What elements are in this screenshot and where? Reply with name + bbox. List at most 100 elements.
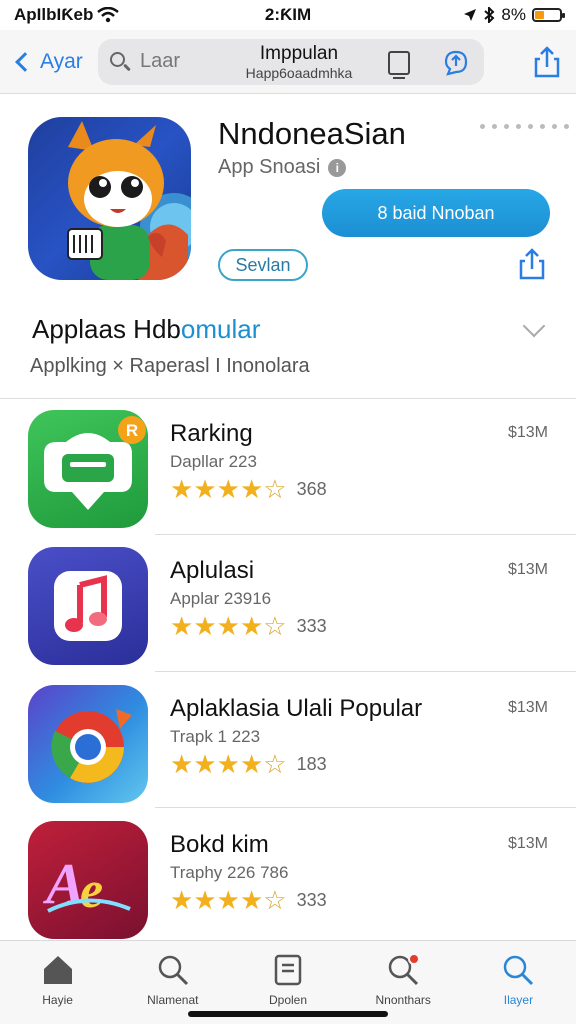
search-placeholder: Laar — [140, 50, 181, 72]
back-label: Ayar — [40, 49, 83, 73]
home-indicator[interactable] — [188, 1011, 388, 1017]
bookmark-icon[interactable] — [388, 50, 410, 79]
wifi-icon — [97, 7, 120, 23]
tab-home[interactable]: Hayie — [0, 941, 115, 1024]
search-field[interactable]: Laar Imppulan Happ6oaadmhka — [98, 38, 484, 85]
star-icon: ★ — [216, 885, 240, 915]
tab-label: Nnonthars — [375, 993, 431, 1007]
secondary-pill-button[interactable]: Sevlan — [218, 249, 308, 281]
divider — [0, 398, 576, 399]
rating-stars: ★ ★ ★ ★ ☆ 368 — [170, 476, 327, 502]
app-price: $13M — [507, 835, 548, 852]
section-title: Applaas Hdbomular — [32, 314, 260, 345]
chevron-down-icon[interactable] — [522, 314, 546, 338]
tab-label: Ilayer — [503, 993, 534, 1007]
search-icon — [108, 50, 132, 74]
hero-share-button[interactable] — [515, 247, 549, 281]
divider — [155, 807, 576, 808]
section-subtitle: Applking × Raperasl I Inonolara — [30, 355, 310, 377]
rating-stars: ★ ★ ★ ★ ☆ 333 — [170, 887, 327, 913]
star-icon: ★ — [216, 474, 240, 504]
hero-app-title: NndoneaSian — [218, 116, 406, 151]
search-active-icon — [504, 955, 534, 986]
app-price: $13M — [507, 424, 548, 441]
back-button[interactable]: Ayar — [12, 50, 98, 74]
list-item-4[interactable]: A e Bokd kim Traphy 226 786 ★ ★ ★ ★ ☆ 333 $1… — [0, 811, 576, 941]
rating-count: 183 — [296, 753, 327, 774]
mascot-icon — [67, 121, 191, 280]
app-title: Bokd kim — [170, 831, 269, 858]
rating-count: 333 — [296, 889, 327, 910]
location-icon — [464, 9, 477, 21]
tab-label: Hayie — [42, 993, 73, 1007]
hero-app-icon[interactable] — [28, 117, 191, 280]
app-title: Aplaklasia Ulali Popular — [170, 695, 423, 722]
app-title: Rarking — [170, 420, 253, 447]
hero-app-subtitle-row: App Snoasi i — [218, 156, 347, 179]
app-price: $13M — [507, 561, 548, 578]
star-icon: ★ — [239, 885, 264, 915]
more-options-icon[interactable] — [480, 124, 576, 129]
star-icon: ★ — [239, 749, 264, 779]
battery-icon — [532, 8, 565, 22]
star-outline-icon: ☆ — [263, 749, 287, 779]
share-bubble-icon[interactable] — [442, 48, 470, 76]
tab-label: Nlamenat — [147, 993, 199, 1007]
star-icon: ★ — [239, 474, 264, 504]
share-button[interactable] — [530, 45, 564, 79]
rating-stars: ★ ★ ★ ★ ☆ 183 — [170, 751, 327, 777]
share-icon — [534, 45, 560, 77]
rating-stars: ★ ★ ★ ★ ☆ 333 — [170, 613, 327, 639]
hero-app-subtitle: App Snoasi — [218, 156, 321, 178]
carrier-label: ApIlbIƘeb — [14, 5, 94, 24]
star-icon: ★ — [239, 611, 264, 641]
list-item-2[interactable]: Aplulasi Applar 23916 ★ ★ ★ ★ ☆ 333 $13M — [0, 537, 576, 667]
divider — [155, 534, 576, 535]
list-item-1[interactable]: R Rarking Dapllar 223 ★ ★ ★ ★ ☆ 368 $13M — [0, 400, 576, 530]
star-icon: ★ — [170, 474, 194, 504]
star-icon: ★ — [193, 749, 217, 779]
svg-text:e: e — [80, 862, 103, 919]
app-meta: Dapllar 223 — [170, 452, 257, 471]
section-title-main: Applaas Hdb — [32, 314, 181, 344]
page-subtitle: Happ6oaadmhka — [245, 64, 353, 81]
app-meta: Traphy 226 786 — [170, 863, 289, 882]
bluetooth-icon — [484, 7, 495, 23]
get-button[interactable]: 8 baid Nnoban — [322, 189, 550, 237]
star-icon: ★ — [193, 885, 217, 915]
star-outline-icon: ☆ — [263, 885, 287, 915]
chevron-left-icon — [15, 51, 35, 72]
rating-count: 333 — [296, 615, 327, 636]
star-icon: ★ — [216, 611, 240, 641]
search-icon — [158, 955, 188, 986]
tab-active-search[interactable]: Ilayer — [461, 941, 576, 1024]
star-icon: ★ — [170, 749, 194, 779]
star-icon: ★ — [170, 611, 194, 641]
app-price: $13M — [507, 699, 548, 716]
home-icon — [43, 956, 72, 984]
rating-count: 368 — [296, 478, 327, 499]
search-badge-icon — [386, 953, 421, 987]
music-app-icon — [28, 547, 148, 665]
star-icon: ★ — [193, 474, 217, 504]
browser-app-icon — [28, 685, 148, 803]
status-bar: ApIlbIƘeb 2:ƘIM 8% — [0, 0, 576, 30]
section-title-accent: omular — [180, 314, 261, 344]
battery-percent: 8% — [501, 5, 526, 24]
nav-title-block: Imppulan Happ6oaadmhka — [214, 42, 384, 82]
star-icon: ★ — [193, 611, 217, 641]
divider — [155, 671, 576, 672]
share-icon — [519, 248, 545, 280]
info-icon[interactable]: i — [328, 158, 347, 177]
app-meta: Applar 23916 — [170, 589, 272, 608]
nav-bar: Ayar Laar Imppulan Happ6oaadmhka — [0, 30, 576, 94]
list-item-3[interactable]: Aplaklasia Ulali Popular Trapk 1 223 ★ ★ ★… — [0, 675, 576, 805]
star-outline-icon: ☆ — [263, 474, 287, 504]
star-icon: ★ — [170, 885, 194, 915]
star-outline-icon: ☆ — [263, 611, 287, 641]
tab-label: Dpolen — [268, 993, 308, 1007]
chat-app-icon: R — [28, 410, 148, 528]
page-title: Imppulan — [259, 42, 339, 64]
app-title: Aplulasi — [170, 557, 255, 584]
app-meta: Trapk 1 223 — [170, 727, 261, 746]
